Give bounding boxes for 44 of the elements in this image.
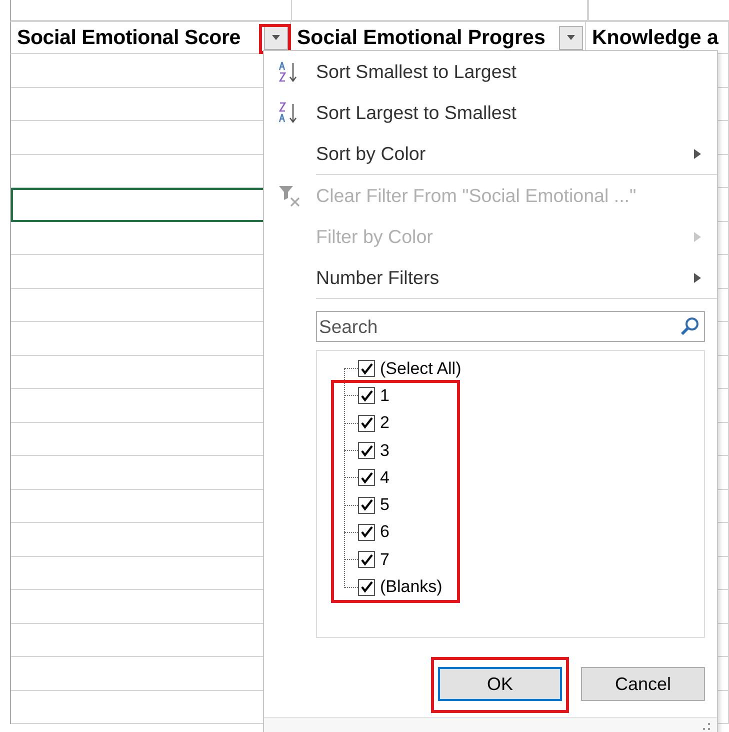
dialog-button[interactable]: OK [438,667,562,701]
checkbox[interactable] [358,469,375,486]
search-field[interactable]: Search [316,311,705,342]
checkmark-icon [360,388,374,403]
checkbox[interactable] [358,551,375,568]
checkbox-label[interactable]: 5 [380,495,390,516]
checkmark-icon [360,416,374,430]
checkbox-label[interactable]: 6 [380,522,390,542]
checkmark-icon [360,498,374,512]
checkbox[interactable] [358,360,375,378]
checkmark-icon [360,444,374,458]
checkbox-label[interactable]: (Select All) [380,358,462,379]
caret-icon [566,34,576,40]
checkbox-label[interactable]: 2 [380,413,390,434]
column-header: Knowledge a [592,26,718,50]
column-header: Social Emotional Progres [297,26,546,50]
checkmark-icon [360,525,374,540]
checkmark-icon [360,552,374,567]
menu-item[interactable]: Sort Largest to Smallest [264,92,717,133]
checkbox-label[interactable]: 1 [380,386,390,406]
search-icon [680,316,700,336]
caret-icon [271,34,281,40]
column-header: Social Emotional Score [17,26,240,50]
checkmark-icon [360,580,374,594]
checkbox[interactable] [358,442,375,460]
menu-item[interactable]: Sort by Color [264,133,717,174]
checkbox[interactable] [358,496,375,514]
checkbox-label[interactable]: (Blanks) [380,577,442,598]
checkbox-label[interactable]: 7 [380,550,390,570]
clear-filter-icon [278,184,302,208]
menu-item[interactable]: Number Filters [264,257,717,298]
filter-dropdown-button[interactable] [264,26,288,50]
checkbox[interactable] [358,578,375,596]
checkbox-label[interactable]: 4 [380,468,390,488]
checkmark-icon [360,470,374,485]
filter-dropdown-button[interactable] [559,26,583,50]
menu-item[interactable]: Sort Smallest to Largest [264,51,717,92]
checkmark-icon [360,362,374,376]
checkbox-label[interactable]: 3 [380,440,390,461]
resize-grip-icon [701,722,711,732]
checkbox[interactable] [358,387,375,404]
checkbox[interactable] [358,524,375,541]
checkbox[interactable] [358,414,375,432]
dialog-button[interactable]: Cancel [581,667,705,701]
